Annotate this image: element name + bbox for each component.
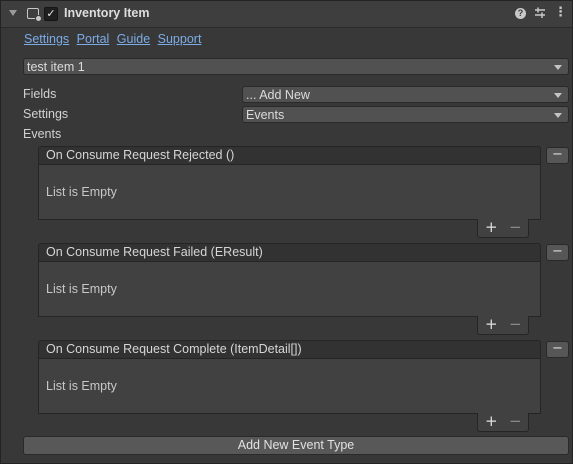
event-list-footer: + − [477, 219, 529, 238]
event-list-body: List is Empty [38, 359, 541, 414]
chevron-down-icon [554, 93, 562, 98]
settings-dropdown[interactable]: Events [242, 106, 569, 123]
fields-value: ... Add New [246, 88, 310, 102]
remove-listener-button[interactable]: − [509, 219, 522, 236]
event-list-body: List is Empty [38, 262, 541, 317]
empty-list-text: List is Empty [46, 282, 117, 296]
inspector-panel: ✓ Inventory Item ? ⋮ Settings Portal Gui… [0, 0, 573, 464]
script-icon [27, 8, 42, 22]
add-new-event-type-button[interactable]: Add New Event Type [23, 436, 569, 455]
chevron-down-icon [554, 65, 562, 70]
event-list-header: On Consume Request Rejected () [38, 146, 541, 165]
guide-link[interactable]: Guide [117, 32, 150, 46]
remove-event-button[interactable]: − [546, 244, 569, 261]
fields-label: Fields [23, 87, 57, 101]
remove-listener-button[interactable]: − [509, 316, 522, 333]
add-listener-button[interactable]: + [485, 316, 498, 333]
empty-list-text: List is Empty [46, 379, 117, 393]
menu-icon[interactable]: ⋮ [554, 6, 567, 19]
add-listener-button[interactable]: + [485, 413, 498, 430]
event-list-footer: + − [477, 316, 529, 335]
empty-list-text: List is Empty [46, 185, 117, 199]
event-list-body: List is Empty [38, 165, 541, 220]
events-label: Events [23, 127, 62, 141]
event-list-header: On Consume Request Failed (EResult) [38, 243, 541, 262]
add-listener-button[interactable]: + [485, 219, 498, 236]
support-link[interactable]: Support [158, 32, 202, 46]
preset-icon[interactable] [534, 7, 546, 19]
settings-value: Events [246, 108, 285, 122]
item-select-value: test item 1 [27, 60, 85, 74]
item-select-dropdown[interactable]: test item 1 [23, 58, 569, 75]
remove-event-button[interactable]: − [546, 341, 569, 358]
settings-label: Settings [23, 107, 69, 121]
remove-listener-button[interactable]: − [509, 413, 522, 430]
enable-checkbox[interactable]: ✓ [44, 7, 58, 21]
portal-link[interactable]: Portal [77, 32, 110, 46]
link-bar: Settings Portal Guide Support [24, 32, 205, 46]
event-list-footer: + − [477, 413, 529, 432]
remove-event-button[interactable]: − [546, 147, 569, 164]
fields-dropdown[interactable]: ... Add New [242, 86, 569, 103]
chevron-down-icon [554, 113, 562, 118]
foldout-arrow-icon[interactable] [9, 10, 17, 16]
help-icon[interactable]: ? [515, 8, 526, 19]
settings-link[interactable]: Settings [24, 32, 69, 46]
event-list-header: On Consume Request Complete (ItemDetail[… [38, 340, 541, 359]
component-title: Inventory Item [64, 6, 150, 20]
component-header[interactable]: ✓ Inventory Item ? ⋮ [1, 1, 572, 28]
